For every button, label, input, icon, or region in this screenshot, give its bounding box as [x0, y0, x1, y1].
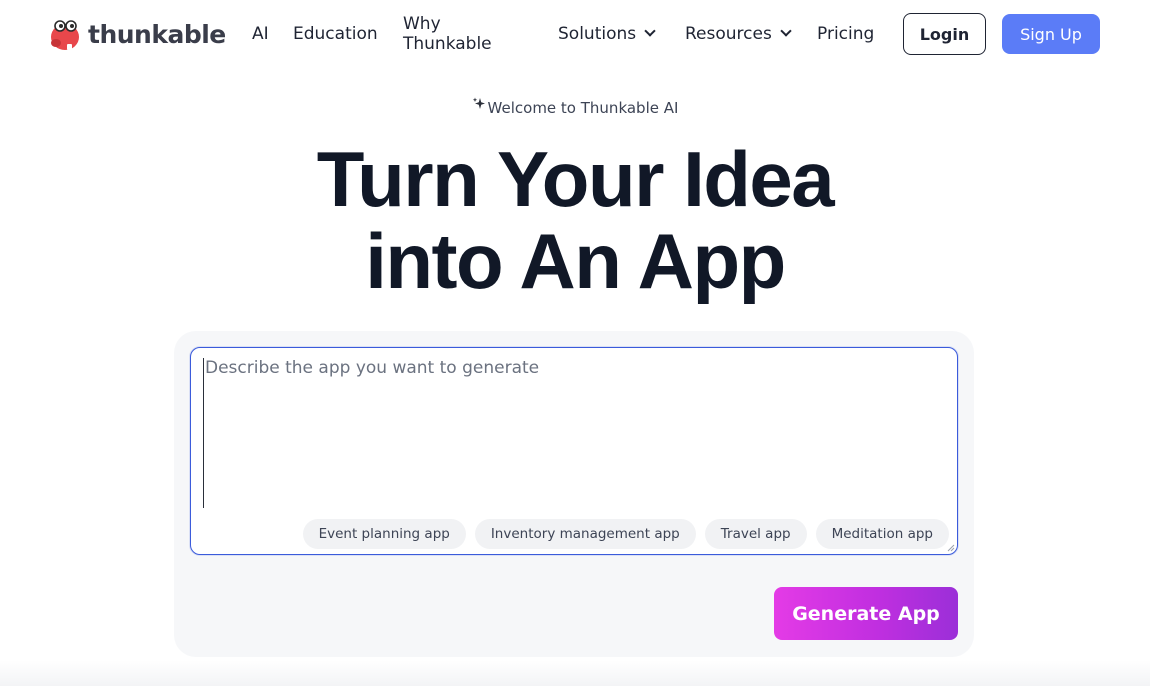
- welcome-text: Welcome to Thunkable AI: [488, 99, 679, 117]
- nav-ai[interactable]: AI: [252, 24, 269, 44]
- signup-button[interactable]: Sign Up: [1002, 14, 1100, 54]
- nav-solutions-dropdown[interactable]: Solutions: [558, 24, 654, 44]
- headline-line-1: Turn Your Idea: [317, 135, 833, 223]
- brand-logo[interactable]: thunkable: [48, 16, 226, 52]
- nav-pricing[interactable]: Pricing: [817, 24, 874, 44]
- nav-resources-label: Resources: [685, 24, 772, 44]
- suggestion-chips: Event planning app Inventory management …: [303, 519, 949, 549]
- page-bottom-divider: [0, 660, 1150, 686]
- nav-why-line1: Why: [403, 14, 492, 34]
- resize-grip-icon[interactable]: [947, 544, 955, 552]
- top-navbar: thunkable AI Education Why Thunkable Sol…: [0, 0, 1150, 70]
- nav-solutions-label: Solutions: [558, 24, 636, 44]
- app-generator-card: Event planning app Inventory management …: [174, 331, 974, 657]
- chevron-down-icon: [644, 25, 655, 36]
- thunkable-mascot-icon: [48, 16, 82, 52]
- sparkle-icon: [472, 97, 486, 111]
- app-description-input[interactable]: [203, 358, 943, 508]
- nav-resources-dropdown[interactable]: Resources: [685, 24, 790, 44]
- suggestion-chip-event-planning[interactable]: Event planning app: [303, 519, 466, 549]
- nav-why-line2: Thunkable: [403, 34, 492, 54]
- login-button[interactable]: Login: [903, 13, 986, 55]
- headline-line-2: into An App: [365, 217, 785, 305]
- suggestion-chip-meditation[interactable]: Meditation app: [816, 519, 949, 549]
- nav-education[interactable]: Education: [293, 24, 378, 44]
- suggestion-chip-inventory[interactable]: Inventory management app: [475, 519, 696, 549]
- welcome-tagline: Welcome to Thunkable AI: [0, 97, 1150, 117]
- nav-why-thunkable[interactable]: Why Thunkable: [403, 14, 492, 54]
- prompt-box: Event planning app Inventory management …: [190, 347, 958, 555]
- chevron-down-icon: [780, 25, 791, 36]
- generate-app-button[interactable]: Generate App: [774, 587, 958, 640]
- page-headline: Turn Your Idea into An App: [0, 138, 1150, 302]
- brand-name: thunkable: [88, 20, 226, 49]
- suggestion-chip-travel[interactable]: Travel app: [705, 519, 807, 549]
